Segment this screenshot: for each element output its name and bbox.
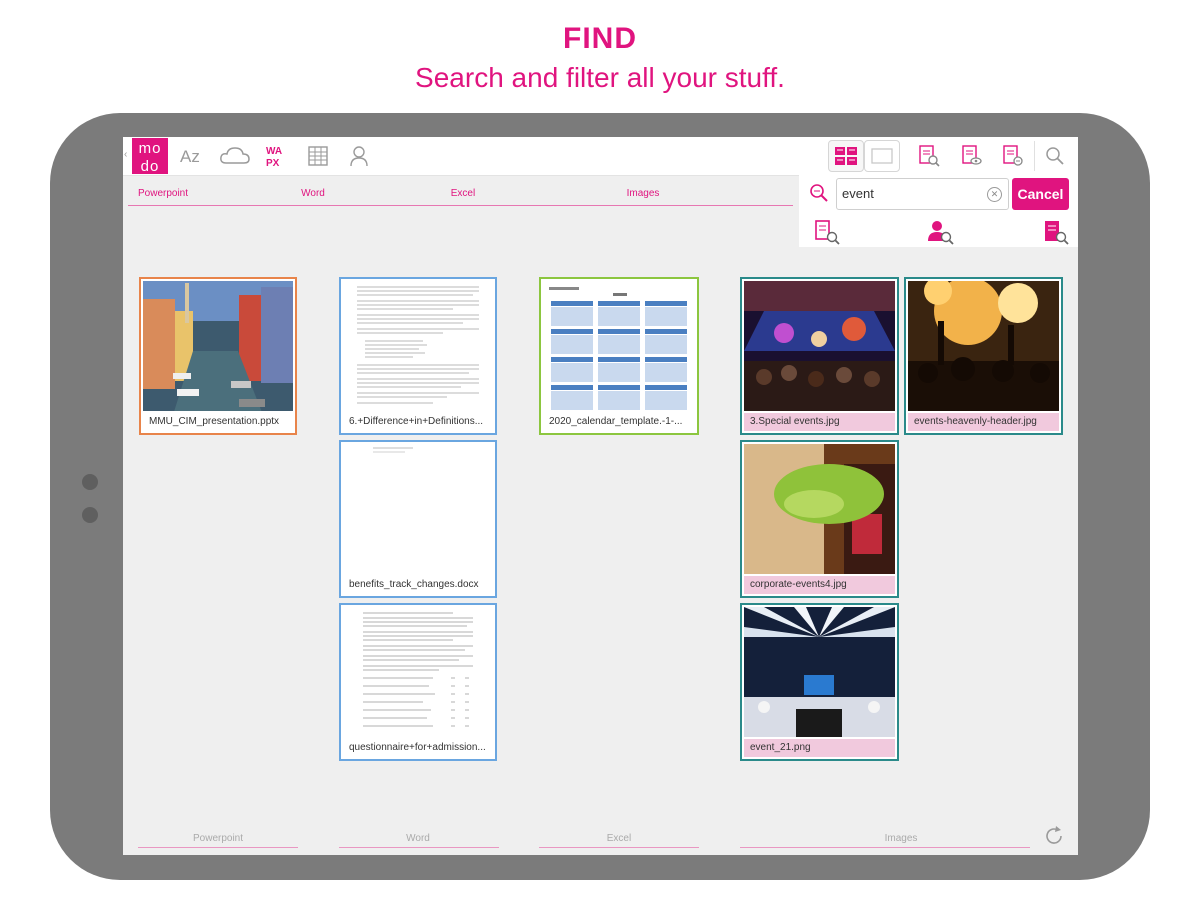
svg-text:PX: PX bbox=[266, 158, 280, 168]
tablet-camera-dot bbox=[82, 474, 98, 490]
single-view-button[interactable] bbox=[864, 140, 900, 172]
svg-text:Az: Az bbox=[180, 147, 200, 166]
bottom-tab-images[interactable]: Images bbox=[861, 833, 941, 844]
promo-subtitle: Search and filter all your stuff. bbox=[415, 62, 785, 93]
file-tile-image[interactable]: event_21.png bbox=[740, 603, 899, 761]
tab-excel[interactable]: Excel bbox=[428, 188, 498, 199]
document-thumbnail bbox=[343, 444, 493, 574]
file-tile-image[interactable]: corporate-events4.jpg bbox=[740, 440, 899, 598]
bottom-tab-underline bbox=[138, 847, 298, 848]
file-name: benefits_track_changes.docx bbox=[349, 579, 479, 590]
single-view-icon bbox=[871, 148, 893, 164]
cloud-icon[interactable] bbox=[218, 143, 252, 169]
file-name: event_21.png bbox=[744, 739, 895, 757]
file-tile-image[interactable]: events-heavenly-header.jpg bbox=[904, 277, 1063, 435]
file-tile-excel[interactable]: 2020_calendar_template.-1-... bbox=[539, 277, 699, 435]
file-name: corporate-events4.jpg bbox=[744, 576, 895, 594]
file-name: 2020_calendar_template.-1-... bbox=[549, 416, 683, 427]
grid-view-icon bbox=[835, 147, 857, 165]
app-logo[interactable]: mo do bbox=[132, 138, 168, 174]
tablet-sensor-dot bbox=[82, 507, 98, 523]
promo-title: FIND bbox=[563, 22, 637, 55]
app-screen: ‹ mo do Az WA PX Powerpoint Word Excel I… bbox=[123, 137, 1078, 855]
person-icon[interactable] bbox=[348, 143, 370, 169]
document-search-icon[interactable] bbox=[916, 143, 942, 169]
calendar-spreadsheet-thumbnail bbox=[543, 281, 695, 411]
logo-text-bottom: do bbox=[140, 158, 160, 175]
az-sort-icon[interactable]: Az bbox=[178, 143, 208, 169]
crowd-lights-photo-thumbnail bbox=[908, 281, 1059, 411]
tabs-underline bbox=[128, 205, 793, 206]
calendar-grid-icon[interactable] bbox=[306, 143, 330, 169]
tab-word[interactable]: Word bbox=[278, 188, 348, 199]
search-icon[interactable] bbox=[1043, 143, 1067, 169]
bottom-tab-word[interactable]: Word bbox=[378, 833, 458, 844]
document-view-icon[interactable] bbox=[959, 143, 985, 169]
document-filter-icon[interactable] bbox=[1000, 143, 1026, 169]
search-field-icon bbox=[809, 183, 829, 208]
logo-text-top: mo bbox=[138, 140, 162, 157]
wapx-icon[interactable]: WA PX bbox=[263, 143, 291, 169]
cancel-button[interactable]: Cancel bbox=[1012, 178, 1069, 210]
bottom-tab-powerpoint[interactable]: Powerpoint bbox=[178, 833, 258, 844]
bottom-tab-underline bbox=[740, 847, 1030, 848]
bottom-tab-underline bbox=[339, 847, 499, 848]
tab-powerpoint[interactable]: Powerpoint bbox=[128, 188, 198, 199]
tab-images[interactable]: Images bbox=[608, 188, 678, 199]
refresh-icon[interactable] bbox=[1043, 825, 1065, 852]
banquet-hall-photo-thumbnail bbox=[744, 607, 895, 737]
corporate-event-photo-thumbnail bbox=[744, 444, 895, 574]
file-name: questionnaire+for+admission... bbox=[349, 742, 486, 753]
grid-view-button[interactable] bbox=[828, 140, 864, 172]
toolbar-divider bbox=[1034, 141, 1035, 171]
top-toolbar: ‹ mo do Az WA PX bbox=[123, 137, 1078, 176]
file-tile-powerpoint[interactable]: MMU_CIM_presentation.pptx bbox=[139, 277, 297, 435]
search-input[interactable] bbox=[842, 186, 982, 201]
document-search-filter-icon[interactable] bbox=[813, 219, 843, 250]
file-tile-image[interactable]: 3.Special events.jpg bbox=[740, 277, 899, 435]
file-name: MMU_CIM_presentation.pptx bbox=[149, 416, 280, 427]
file-tile-word[interactable]: benefits_track_changes.docx bbox=[339, 440, 497, 598]
file-name: 3.Special events.jpg bbox=[744, 413, 895, 431]
file-tile-word[interactable]: 6.+Difference+in+Definitions... bbox=[339, 277, 497, 435]
bottom-tab-excel[interactable]: Excel bbox=[579, 833, 659, 844]
canal-photo-thumbnail bbox=[143, 281, 293, 411]
document-thumbnail bbox=[343, 607, 493, 737]
file-name: events-heavenly-header.jpg bbox=[908, 413, 1059, 431]
user-search-filter-icon[interactable] bbox=[925, 219, 955, 250]
svg-text:WA: WA bbox=[266, 146, 282, 157]
bottom-tab-underline bbox=[539, 847, 699, 848]
clear-search-icon[interactable]: ✕ bbox=[987, 187, 1002, 202]
back-chevron-icon[interactable]: ‹ bbox=[124, 149, 127, 160]
document-thumbnail bbox=[343, 281, 493, 411]
file-name: 6.+Difference+in+Definitions... bbox=[349, 416, 484, 427]
file-tile-word[interactable]: questionnaire+for+admission... bbox=[339, 603, 497, 761]
concert-stage-photo-thumbnail bbox=[744, 281, 895, 411]
search-field: ✕ bbox=[836, 178, 1009, 210]
search-panel: ✕ Cancel bbox=[799, 175, 1078, 247]
file-search-filter-icon[interactable] bbox=[1042, 219, 1072, 250]
